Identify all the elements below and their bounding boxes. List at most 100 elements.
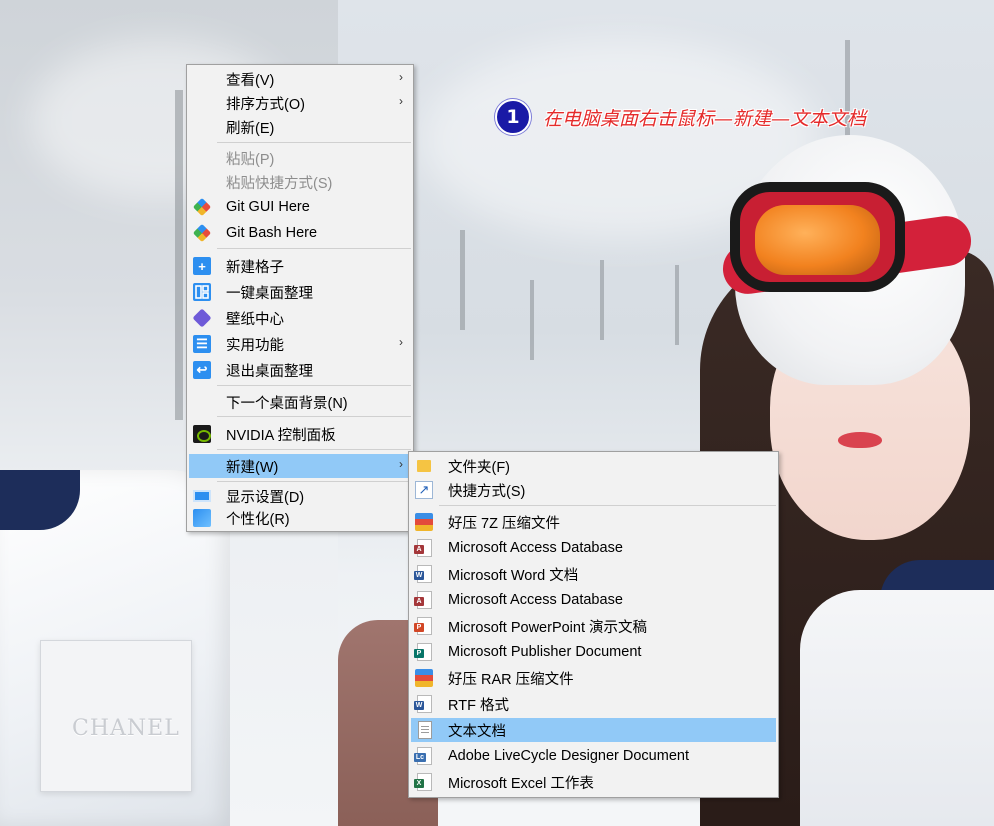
menu-item-label: 粘贴(P)	[226, 151, 275, 168]
desktop-context-menu: 查看(V) › 排序方式(O) › 刷新(E) 粘贴(P) 粘贴快捷方式(S) …	[186, 64, 414, 532]
menu-item-new[interactable]: 新建(W) ›	[189, 454, 411, 478]
submenu-item-word-document[interactable]: W Microsoft Word 文档	[411, 562, 776, 586]
menu-item-label: 壁纸中心	[226, 311, 284, 328]
menu-separator	[217, 481, 411, 482]
step-number-badge: 1	[495, 99, 531, 135]
menu-item-label: 新建格子	[226, 259, 284, 276]
menu-item-label: Microsoft Access Database	[448, 592, 623, 608]
wallpaper-jacket-right	[800, 590, 994, 826]
rtf-icon: W	[414, 695, 432, 713]
menu-item-label: Git Bash Here	[226, 225, 318, 241]
menu-item-label: Microsoft Excel 工作表	[448, 775, 594, 792]
submenu-item-shortcut[interactable]: ↗ 快捷方式(S)	[411, 478, 776, 502]
menu-item-label: 粘贴快捷方式(S)	[226, 175, 333, 192]
shortcut-icon: ↗	[415, 481, 433, 499]
wallpaper-goggle-lens	[755, 205, 880, 275]
menu-item-view[interactable]: 查看(V) ›	[189, 67, 411, 91]
wallpaper-pole	[530, 280, 534, 360]
step-annotation: 1 在电脑桌面右击鼠标—新建—文本文档	[495, 99, 866, 135]
submenu-item-rar-archive[interactable]: 好压 RAR 压缩文件	[411, 666, 776, 690]
menu-item-label: 快捷方式(S)	[448, 483, 526, 500]
menu-item-one-click-organize[interactable]: 一键桌面整理	[189, 280, 411, 304]
menu-item-label: 排序方式(O)	[226, 96, 305, 113]
menu-item-label: 好压 RAR 压缩文件	[448, 671, 574, 688]
plus-icon: +	[193, 257, 211, 275]
submenu-item-publisher[interactable]: P Microsoft Publisher Document	[411, 640, 776, 664]
menu-item-label: NVIDIA 控制面板	[226, 427, 336, 444]
menu-item-next-background[interactable]: 下一个桌面背景(N)	[189, 390, 411, 414]
wallpaper-pole	[175, 90, 183, 420]
menu-separator	[217, 142, 411, 143]
menu-item-refresh[interactable]: 刷新(E)	[189, 115, 411, 139]
menu-item-label: 个性化(R)	[226, 511, 290, 528]
publisher-icon: P	[414, 643, 432, 661]
chevron-right-icon: ›	[399, 457, 403, 471]
wallpaper-lips	[838, 432, 882, 448]
menu-item-personalize[interactable]: 个性化(R)	[189, 506, 411, 530]
icon-tag: A	[414, 545, 424, 554]
access-icon: A	[414, 591, 432, 609]
exit-icon: ↩	[193, 361, 211, 379]
chevron-right-icon: ›	[399, 70, 403, 84]
menu-separator	[217, 416, 411, 417]
menu-item-git-gui[interactable]: Git GUI Here	[189, 195, 411, 219]
git-bash-icon	[192, 223, 212, 243]
menu-separator	[217, 449, 411, 450]
menu-item-utilities[interactable]: ☰ 实用功能 ›	[189, 332, 411, 356]
menu-item-git-bash[interactable]: Git Bash Here	[189, 221, 411, 245]
submenu-item-livecycle[interactable]: Lc Adobe LiveCycle Designer Document	[411, 744, 776, 768]
menu-item-label: Microsoft Publisher Document	[448, 644, 642, 660]
icon-tag: Lc	[414, 753, 426, 762]
menu-item-label: 下一个桌面背景(N)	[226, 395, 348, 412]
menu-item-exit-organize[interactable]: ↩ 退出桌面整理	[189, 358, 411, 382]
personalize-icon	[193, 509, 211, 527]
menu-item-display-settings[interactable]: 显示设置(D)	[189, 484, 411, 508]
text-document-icon	[418, 721, 432, 739]
menu-item-label: 好压 7Z 压缩文件	[448, 515, 560, 532]
menu-item-wallpaper-center[interactable]: 壁纸中心	[189, 306, 411, 330]
menu-item-label: RTF 格式	[448, 697, 509, 714]
menu-item-label: Microsoft Access Database	[448, 540, 623, 556]
icon-tag: W	[414, 571, 424, 580]
menu-item-new-grid[interactable]: + 新建格子	[189, 254, 411, 278]
menu-item-label: Adobe LiveCycle Designer Document	[448, 748, 689, 764]
icon-tag: A	[414, 597, 424, 606]
menu-item-label: 文本文档	[448, 723, 506, 740]
wallpaper-patch-text: CHANEL	[72, 716, 180, 741]
git-gui-icon	[192, 197, 212, 217]
icon-tag: X	[414, 779, 424, 788]
submenu-item-7z-archive[interactable]: 好压 7Z 压缩文件	[411, 510, 776, 534]
menu-item-label: Git GUI Here	[226, 199, 310, 215]
menu-item-label: 一键桌面整理	[226, 285, 313, 302]
icon-tag: W	[414, 701, 424, 710]
menu-item-label: 新建(W)	[226, 459, 279, 476]
chevron-right-icon: ›	[399, 335, 403, 349]
cube-icon	[192, 308, 212, 328]
menu-item-label: 刷新(E)	[226, 120, 275, 137]
powerpoint-icon: P	[414, 617, 432, 635]
icon-tag: P	[414, 623, 424, 632]
submenu-item-access-database[interactable]: A Microsoft Access Database	[411, 536, 776, 560]
submenu-item-folder[interactable]: 文件夹(F)	[411, 454, 776, 478]
menu-item-paste: 粘贴(P)	[189, 146, 411, 170]
menu-item-label: 查看(V)	[226, 72, 275, 89]
wallpaper-pole	[460, 230, 465, 330]
menu-item-sort-by[interactable]: 排序方式(O) ›	[189, 91, 411, 115]
menu-separator	[439, 505, 776, 506]
menu-item-paste-shortcut: 粘贴快捷方式(S)	[189, 170, 411, 194]
7z-archive-icon	[415, 513, 433, 531]
menu-item-nvidia-control-panel[interactable]: NVIDIA 控制面板	[189, 422, 411, 446]
submenu-item-rtf[interactable]: W RTF 格式	[411, 692, 776, 716]
menu-separator	[217, 385, 411, 386]
step-instruction-text: 在电脑桌面右击鼠标—新建—文本文档	[543, 107, 867, 130]
list-icon: ☰	[193, 335, 211, 353]
submenu-item-text-document[interactable]: 文本文档	[411, 718, 776, 742]
excel-icon: X	[414, 773, 432, 791]
icon-tag: P	[414, 649, 424, 658]
submenu-item-excel[interactable]: X Microsoft Excel 工作表	[411, 770, 776, 794]
display-icon	[193, 490, 211, 502]
menu-item-label: 文件夹(F)	[448, 459, 511, 476]
submenu-item-access-database-2[interactable]: A Microsoft Access Database	[411, 588, 776, 612]
submenu-item-powerpoint[interactable]: P Microsoft PowerPoint 演示文稿	[411, 614, 776, 638]
grid-layout-icon	[193, 283, 211, 301]
